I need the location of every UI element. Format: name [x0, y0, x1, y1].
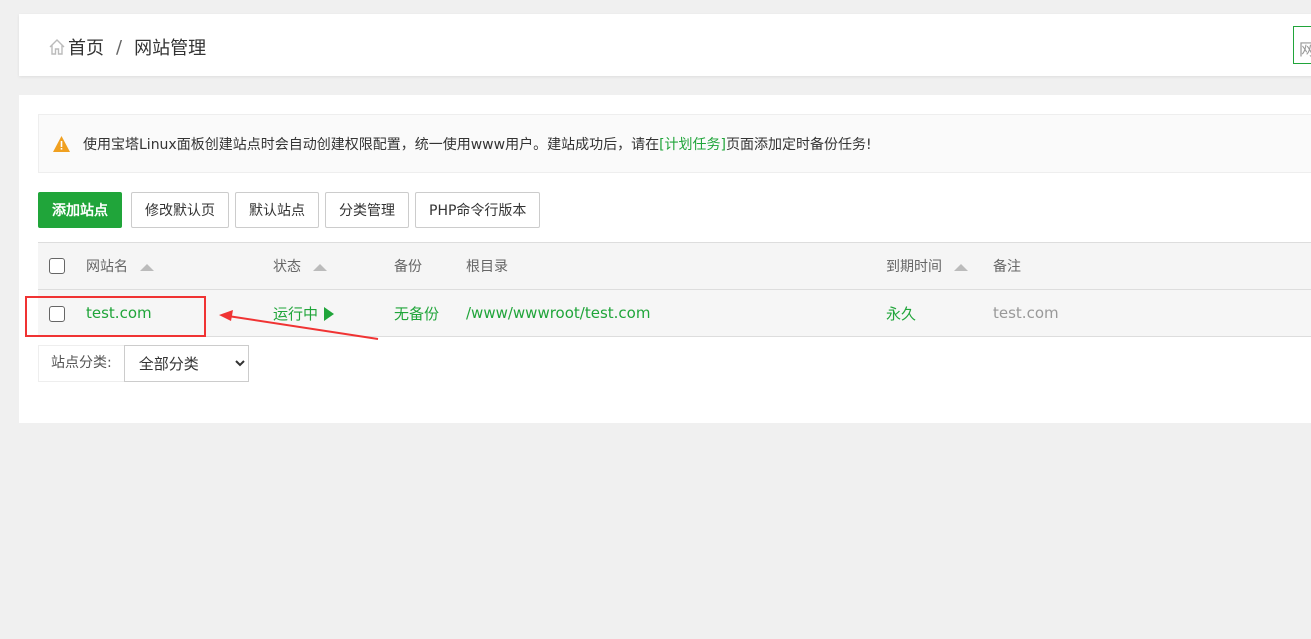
annotation-arrow-icon	[219, 310, 379, 340]
